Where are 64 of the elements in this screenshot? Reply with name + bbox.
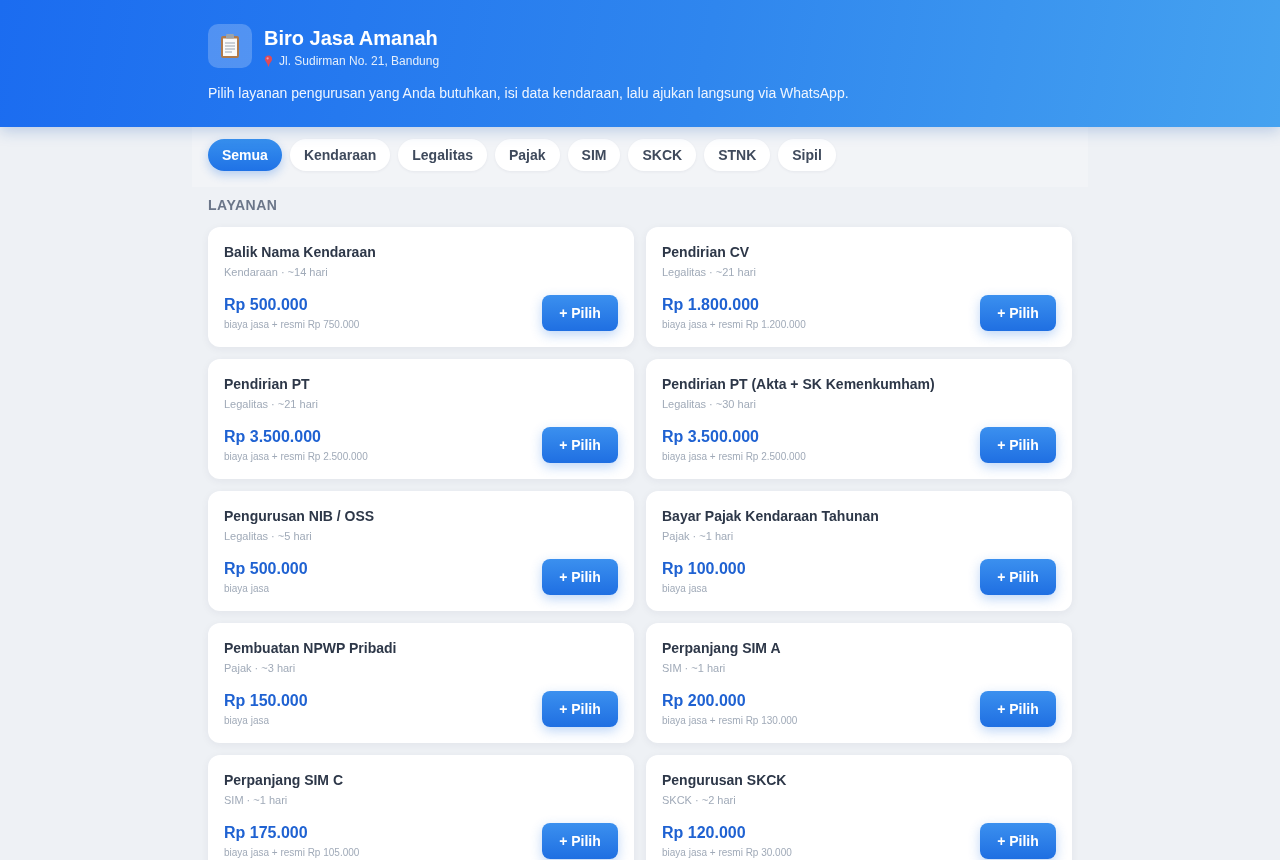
service-name: Pendirian PT (Akta + SK Kemenkumham) (662, 375, 936, 393)
filter-tab[interactable]: Kendaraan (289, 139, 391, 171)
price-text: Rp 100.000 (662, 559, 746, 579)
service-meta: Pajak · ~3 hari (224, 661, 297, 675)
filter-tab[interactable]: Sipil (778, 139, 836, 171)
fee-note: biaya jasa (662, 583, 709, 595)
fee-note: biaya jasa + resmi Rp 30.000 (662, 847, 792, 859)
service-name: Pembuatan NPWP Pribadi (224, 639, 398, 657)
price-text: Rp 175.000 (224, 823, 309, 843)
business-name: Biro Jasa Amanah (264, 26, 439, 50)
fee-note: biaya jasa + resmi Rp 2.500.000 (662, 451, 806, 463)
map-pin-icon (264, 55, 273, 67)
service-meta: SIM · ~1 hari (224, 793, 289, 807)
filter-tab[interactable]: Semua (208, 139, 282, 171)
fee-note: biaya jasa (224, 583, 271, 595)
service-name: Pendirian PT (224, 375, 311, 393)
intro-text: Pilih layanan pengurusan yang Anda butuhkan, isi data kendaraan, lalu ajukan langsung via WhatsApp. (208, 84, 850, 103)
select-button[interactable]: + Pilih (980, 559, 1056, 595)
price-text: Rp 3.500.000 (224, 427, 322, 447)
filter-tab[interactable]: Legalitas (398, 139, 487, 171)
service-meta: Pajak · ~1 hari (662, 529, 735, 543)
select-button[interactable]: + Pilih (542, 295, 618, 331)
service-name: Perpanjang SIM C (224, 771, 345, 789)
fee-note: biaya jasa + resmi Rp 1.200.000 (662, 319, 806, 331)
service-name: Pengurusan SKCK (662, 771, 788, 789)
price-text: Rp 500.000 (224, 295, 309, 315)
service-meta: Legalitas · ~21 hari (662, 265, 757, 279)
filter-tab[interactable]: STNK (704, 139, 771, 171)
filter-tab[interactable]: Pajak (495, 139, 560, 171)
select-button[interactable]: + Pilih (542, 427, 618, 463)
fee-note: biaya jasa + resmi Rp 130.000 (662, 715, 798, 727)
price-text: Rp 200.000 (662, 691, 747, 711)
service-name: Pendirian CV (662, 243, 751, 261)
select-button[interactable]: + Pilih (542, 691, 618, 727)
select-button[interactable]: + Pilih (980, 823, 1056, 859)
fee-note: biaya jasa + resmi Rp 750.000 (224, 319, 360, 331)
service-meta: Legalitas · ~21 hari (224, 397, 319, 411)
select-button[interactable]: + Pilih (542, 559, 618, 595)
service-meta: Legalitas · ~30 hari (662, 397, 757, 411)
price-text: Rp 500.000 (224, 559, 308, 579)
service-meta: Kendaraan · ~14 hari (224, 265, 329, 279)
clipboard-icon (208, 24, 252, 68)
filter-tab[interactable]: SIM (567, 139, 621, 171)
select-button[interactable]: + Pilih (542, 823, 618, 859)
fee-note: biaya jasa + resmi Rp 2.500.000 (224, 451, 368, 463)
price-text: Rp 3.500.000 (662, 427, 760, 447)
filter-tab[interactable]: SKCK (628, 139, 697, 171)
section-title: LAYANAN (208, 196, 279, 214)
service-name: Balik Nama Kendaraan (224, 243, 377, 261)
select-button[interactable]: + Pilih (980, 427, 1056, 463)
select-button[interactable]: + Pilih (980, 691, 1056, 727)
fee-note: biaya jasa + resmi Rp 105.000 (224, 847, 360, 859)
service-name: Bayar Pajak Kendaraan Tahunan (662, 507, 880, 525)
fee-note: biaya jasa (224, 715, 271, 727)
price-text: Rp 1.800.000 (662, 295, 760, 315)
service-meta: SKCK · ~2 hari (662, 793, 737, 807)
address-text: Jl. Sudirman No. 21, Bandung (279, 53, 440, 69)
service-name: Pengurusan NIB / OSS (224, 507, 376, 525)
price-text: Rp 150.000 (224, 691, 308, 711)
service-name: Perpanjang SIM A (662, 639, 782, 657)
price-text: Rp 120.000 (662, 823, 747, 843)
service-meta: SIM · ~1 hari (662, 661, 727, 675)
service-meta: Legalitas · ~5 hari (224, 529, 313, 543)
select-button[interactable]: + Pilih (980, 295, 1056, 331)
